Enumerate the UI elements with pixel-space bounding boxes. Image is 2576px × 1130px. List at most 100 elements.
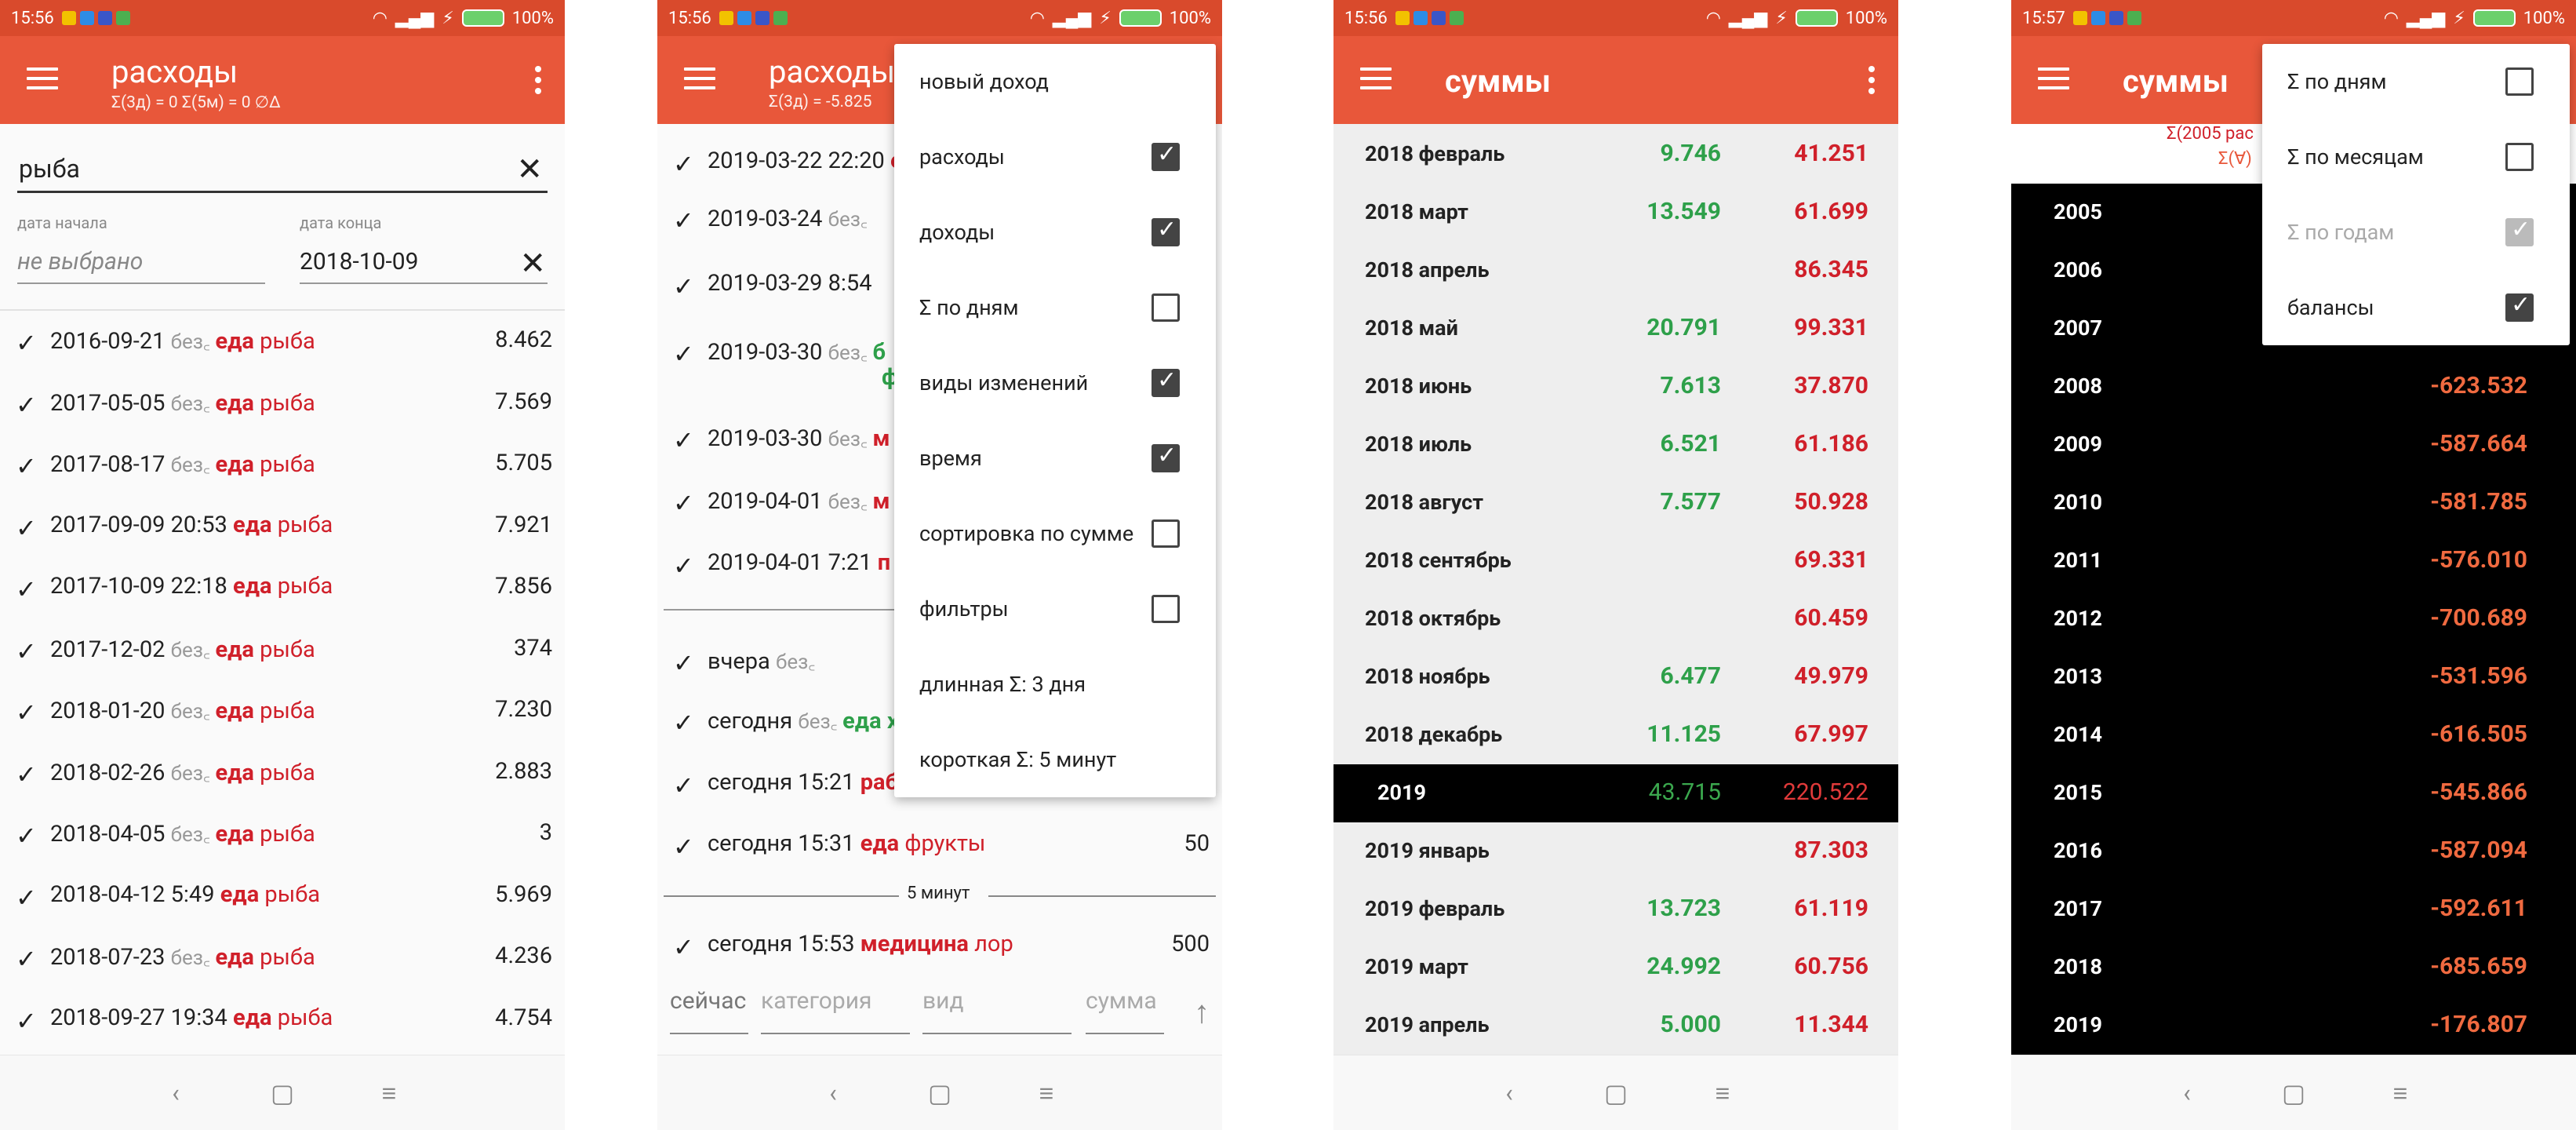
time-input[interactable]: сейчас <box>670 987 748 1034</box>
balance-row: 2019 -176.807 <box>2011 997 2576 1055</box>
table-row[interactable]: ✓ 2018-02-26 без꜀ еда рыба 2.883 <box>0 742 565 804</box>
checkbox[interactable] <box>1152 595 1180 623</box>
clear-date-icon[interactable]: ✕ <box>519 245 546 282</box>
check-icon: ✓ <box>673 425 694 455</box>
sum-input[interactable]: сумма <box>1086 987 1164 1034</box>
menu-icon[interactable] <box>27 67 58 93</box>
checkbox[interactable] <box>2505 291 2534 322</box>
menu-item-label: фильтры <box>919 596 1009 622</box>
check-icon: ✓ <box>673 648 694 678</box>
category-input[interactable]: категория <box>761 987 910 1034</box>
home-nav-icon[interactable]: ▢ <box>1602 1078 1630 1108</box>
table-row[interactable]: ✓ 2017-10-09 22:18 еда рыба 7.856 <box>0 557 565 618</box>
checkbox[interactable] <box>1152 140 1180 171</box>
table-row[interactable]: ✓ 2017-08-17 без꜀ еда рыба 5.705 <box>0 434 565 495</box>
overflow-menu-icon[interactable] <box>535 66 541 99</box>
kind-input[interactable]: вид <box>922 987 1072 1034</box>
row-kind: рыба <box>260 389 315 417</box>
checkbox[interactable] <box>1152 293 1180 322</box>
table-row[interactable]: ✓ 2018-01-20 без꜀ еда рыба 7.230 <box>0 680 565 742</box>
menu-item[interactable]: сортировка по сумме <box>894 496 1216 571</box>
charging-icon: ⚡ <box>2453 8 2465 28</box>
phone-screen-4: 15:57 ◠ ▂▄▆ ⚡ 100% суммы Σ(2005 рас Σ(∀)… <box>2011 0 2576 1130</box>
menu-item[interactable]: виды изменений <box>894 345 1216 421</box>
table-row[interactable]: ✓ 2018-04-05 без꜀ еда рыба 3 <box>0 804 565 865</box>
recents-nav-icon[interactable]: ≡ <box>1032 1078 1061 1108</box>
row-date: 2019-04-01 7:21 <box>708 549 878 576</box>
menu-item[interactable]: новый доход <box>894 44 1216 119</box>
balance-row: 2008 -623.532 <box>2011 358 2576 416</box>
menu-item[interactable]: короткая Σ: 5 минут <box>894 722 1216 797</box>
date-end-field[interactable]: дата конца 2018-10-09 ✕ <box>300 213 548 286</box>
back-nav-icon[interactable]: ‹ <box>1495 1078 1523 1108</box>
row-text: 2019-04-01 без꜀ м <box>708 487 890 515</box>
menu-item[interactable]: балансы <box>2262 270 2570 345</box>
table-row[interactable]: ✓ 2018-09-27 19:34 еда рыба 4.754 <box>0 989 565 1050</box>
income-sum: 6.477 <box>1660 662 1721 690</box>
table-row[interactable]: ✓ 2017-12-02 без꜀ еда рыба 374 <box>0 619 565 680</box>
time-input-value: сейчас <box>670 987 747 1015</box>
period-label: 2018 апрель <box>1365 257 1490 282</box>
checkbox[interactable] <box>1152 519 1180 548</box>
menu-item[interactable]: фильтры <box>894 571 1216 647</box>
checkbox[interactable] <box>2505 67 2534 96</box>
table-row[interactable]: ✓ 2018-07-23 без꜀ еда рыба 4.236 <box>0 927 565 988</box>
period-label: 2019 февраль <box>1365 896 1505 921</box>
home-nav-icon[interactable]: ▢ <box>268 1078 297 1108</box>
month-row: 2018 сентябрь 69.331 <box>1333 532 1898 590</box>
table-row[interactable]: ✓ 2016-09-21 без꜀ еда рыба 8.462 <box>0 311 565 372</box>
notification-icon <box>97 11 112 25</box>
check-icon: ✓ <box>16 389 37 420</box>
row-date: 2017-10-09 22:18 <box>50 573 234 600</box>
search-input[interactable]: рыба ✕ <box>17 149 548 193</box>
home-nav-icon[interactable]: ▢ <box>926 1078 954 1108</box>
menu-item[interactable]: время <box>894 421 1216 496</box>
clear-search-icon[interactable]: ✕ <box>516 151 543 188</box>
checkbox[interactable] <box>1152 442 1180 472</box>
balance-value: -176.807 <box>2430 1011 2527 1038</box>
row-category: еда <box>220 880 265 908</box>
balance-row: 2016 -587.094 <box>2011 822 2576 880</box>
menu-item[interactable]: Σ по дням <box>894 270 1216 345</box>
row-date: 2018-07-23 <box>50 944 171 971</box>
row-amount: 7.569 <box>495 388 552 415</box>
row-date: 2019-03-30 <box>708 339 828 366</box>
recents-nav-icon[interactable]: ≡ <box>375 1078 403 1108</box>
menu-item[interactable]: Σ по дням <box>2262 44 2570 119</box>
income-sum: 13.723 <box>1646 895 1721 922</box>
menu-icon[interactable] <box>684 67 715 93</box>
menu-item[interactable]: доходы <box>894 195 1216 270</box>
row-category: медицина <box>860 931 975 957</box>
menu-item[interactable]: Σ по месяцам <box>2262 119 2570 195</box>
menu-item[interactable]: расходы <box>894 119 1216 195</box>
page-title: расходы <box>111 53 238 90</box>
balance-row: 2013 -531.596 <box>2011 648 2576 706</box>
checkbox[interactable] <box>2505 143 2534 171</box>
menu-item[interactable]: длинная Σ: 3 дня <box>894 647 1216 722</box>
recents-nav-icon[interactable]: ≡ <box>2386 1078 2414 1108</box>
back-nav-icon[interactable]: ‹ <box>162 1078 190 1108</box>
send-arrow-icon[interactable]: ↑ <box>1194 993 1210 1030</box>
row-category: еда <box>215 451 260 478</box>
table-row[interactable]: ✓ 2017-09-09 20:53 еда рыба 7.921 <box>0 496 565 557</box>
checkbox[interactable] <box>1152 216 1180 246</box>
home-nav-icon[interactable]: ▢ <box>2279 1078 2308 1108</box>
overflow-menu-icon[interactable] <box>1868 66 1875 99</box>
back-nav-icon[interactable]: ‹ <box>819 1078 847 1108</box>
row-category: еда <box>215 698 260 724</box>
check-icon: ✓ <box>16 759 37 789</box>
back-nav-icon[interactable]: ‹ <box>2173 1078 2201 1108</box>
battery-percent: 100% <box>2523 8 2565 28</box>
recents-nav-icon[interactable]: ≡ <box>1708 1078 1737 1108</box>
menu-icon[interactable] <box>2038 67 2069 93</box>
date-start-field[interactable]: дата начала не выбрано <box>17 213 265 286</box>
menu-icon[interactable] <box>1360 67 1392 93</box>
checkbox[interactable] <box>1152 366 1180 397</box>
menu-item-label: сортировка по сумме <box>919 521 1134 546</box>
table-row[interactable]: ✓ сегодня 15:31 еда фрукты 50 <box>657 815 1222 876</box>
table-row[interactable]: ✓ сегодня 15:53 медицина лор 500 <box>657 915 1222 976</box>
row-no-event: без꜀ <box>170 761 216 786</box>
row-date: 2017-12-02 <box>50 636 171 663</box>
table-row[interactable]: ✓ 2017-05-05 без꜀ еда рыба 7.569 <box>0 373 565 434</box>
table-row[interactable]: ✓ 2018-04-12 5:49 еда рыба 5.969 <box>0 866 565 927</box>
